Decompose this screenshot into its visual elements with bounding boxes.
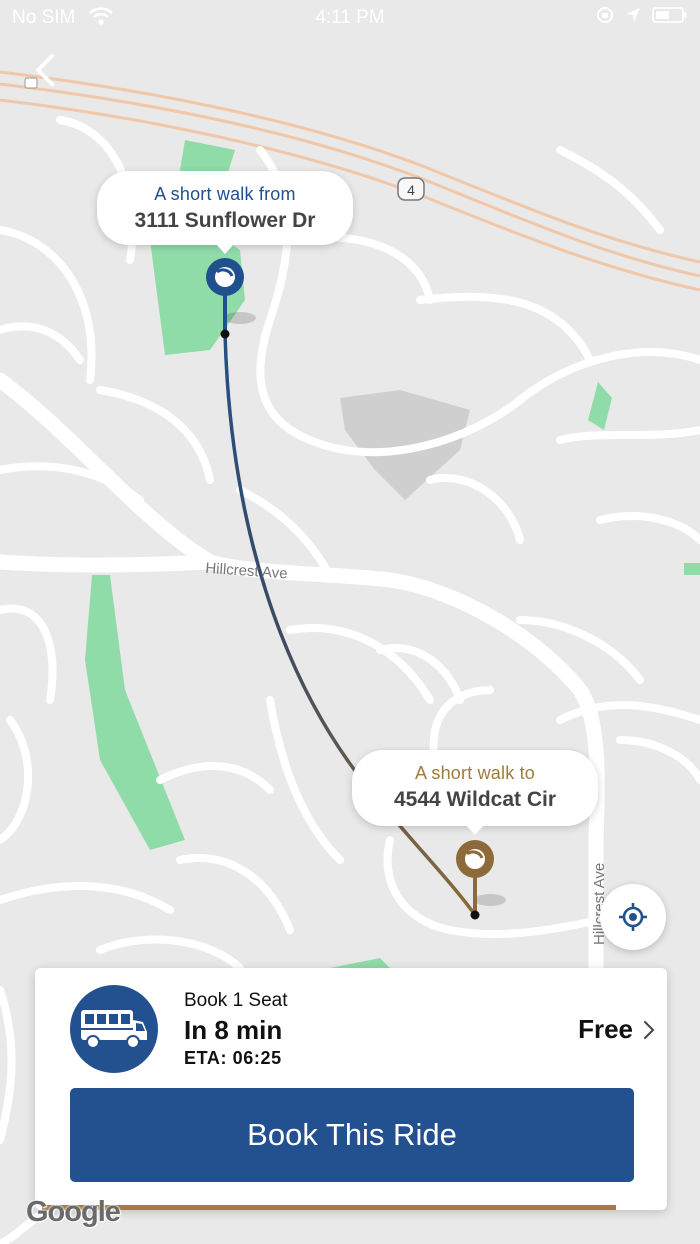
ride-info: Book 1 Seat In 8 min ETA: 06:25 [184, 990, 288, 1069]
bus-icon [81, 1010, 147, 1049]
route-shield: 4 [397, 177, 425, 201]
battery-icon [652, 6, 688, 30]
book-ride-button[interactable]: Book This Ride [70, 1088, 634, 1182]
status-bar: No SIM 4:11 PM [0, 0, 700, 36]
chevron-left-icon [36, 54, 54, 86]
ride-card: Book 1 Seat In 8 min ETA: 06:25 Free Boo… [35, 968, 667, 1210]
pickup-callout[interactable]: A short walk from 3111 Sunflower Dr [97, 171, 353, 254]
pickup-caption: A short walk from [154, 184, 296, 204]
crosshair-icon [619, 903, 647, 931]
seat-count-label: Book 1 Seat [184, 990, 288, 1011]
eta-time: ETA: 06:25 [184, 1048, 282, 1068]
fare-price: Free [578, 1014, 633, 1044]
google-attribution-logo: Google [26, 1196, 121, 1228]
dropoff-caption: A short walk to [414, 763, 536, 783]
progress-bar [42, 1205, 616, 1210]
eta-minutes: In 8 min [184, 1015, 283, 1045]
pickup-address: 3111 Sunflower Dr [134, 209, 316, 232]
clock-label: 4:11 PM [315, 7, 385, 28]
dropoff-address: 4544 Wildcat Cir [393, 788, 557, 811]
bus-avatar [70, 985, 158, 1073]
dropoff-callout[interactable]: A short walk to 4544 Wildcat Cir [352, 750, 598, 835]
park-area [684, 563, 700, 575]
fare-details-button[interactable]: Free [578, 1014, 655, 1045]
rotation-lock-icon [596, 6, 614, 30]
back-button[interactable] [24, 48, 68, 92]
locate-me-button[interactable] [600, 884, 666, 950]
location-arrow-icon [624, 6, 642, 30]
route-shield-label: 4 [407, 182, 415, 198]
chevron-right-icon [644, 1020, 655, 1039]
